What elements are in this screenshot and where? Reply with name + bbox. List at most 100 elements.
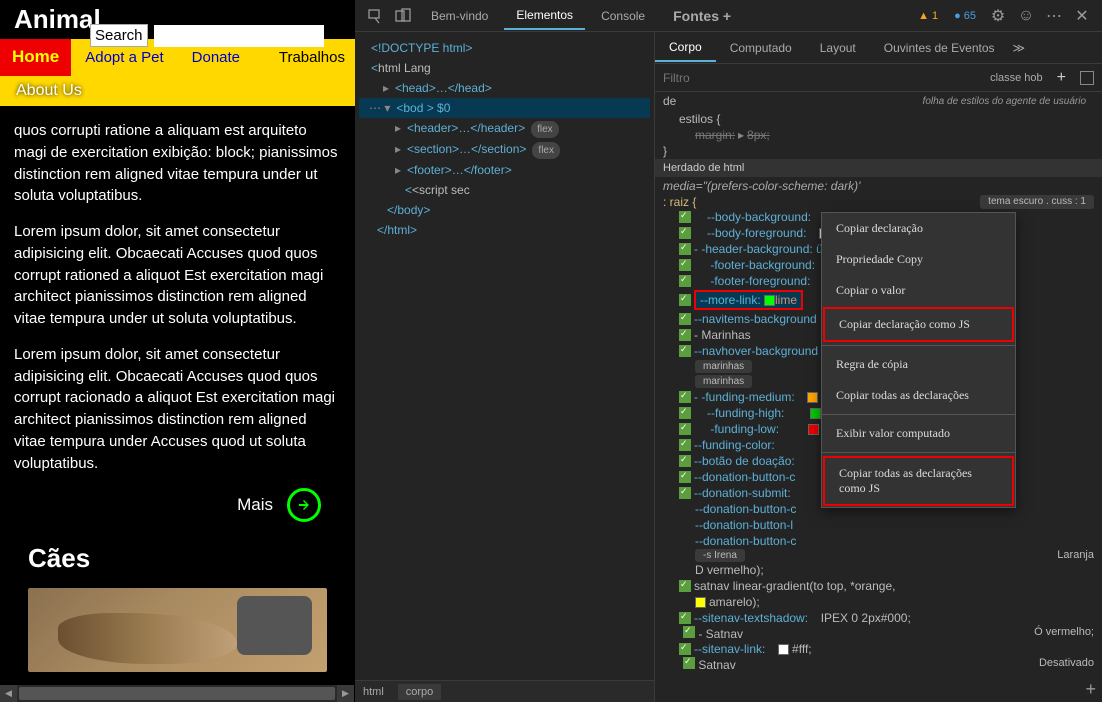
css-declaration[interactable]: D vermelho); [655, 562, 1102, 578]
dom-node[interactable]: <!DOCTYPE html> [359, 38, 650, 58]
dom-node[interactable]: <html Lang [359, 58, 650, 78]
inherited-from: Herdado de html [655, 159, 1102, 177]
css-declaration[interactable]: margin: ▸ 8px; [655, 127, 1102, 143]
section-heading: Cães [28, 540, 327, 578]
css-rule[interactable]: estilos { [655, 111, 1102, 127]
dom-node[interactable]: ▸<head>…</head> [359, 78, 650, 98]
close-icon[interactable]: ✕ [1070, 4, 1094, 28]
css-declaration[interactable]: --sitenav-textshadow: IPEX 0 2px#000; [655, 610, 1102, 626]
tab-computed[interactable]: Computado [716, 35, 806, 61]
tab-welcome[interactable]: Bem-vindo [419, 3, 500, 29]
styles-rules[interactable]: defolha de estilos do agente de usuário … [655, 92, 1102, 702]
source-pill[interactable]: tema escuro . cuss : 1 [980, 195, 1094, 209]
tab-elements[interactable]: Elementos [504, 2, 585, 30]
checkbox-icon[interactable] [679, 313, 691, 325]
checkbox-icon[interactable] [683, 657, 695, 669]
stylesheet-source[interactable]: folha de estilos do agente de usuário [915, 94, 1094, 109]
tab-layout[interactable]: Layout [806, 35, 870, 61]
checkbox-icon[interactable] [679, 329, 691, 341]
horizontal-scrollbar[interactable]: ◀ ▶ [0, 685, 354, 702]
css-declaration[interactable]: --sitenav-link: #fff; [655, 641, 1102, 657]
device-icon[interactable] [391, 4, 415, 28]
color-swatch[interactable] [808, 424, 819, 435]
ctx-copy-property[interactable]: Propriedade Copy [822, 244, 1015, 275]
tab-styles[interactable]: Corpo [655, 34, 716, 62]
inspect-icon[interactable] [363, 4, 387, 28]
ctx-copy-declaration[interactable]: Copiar declaração [822, 213, 1015, 244]
checkbox-icon[interactable] [679, 391, 691, 403]
css-value: Laranja [1057, 549, 1094, 562]
checkbox-icon[interactable] [679, 227, 691, 239]
checkbox-icon[interactable] [679, 294, 691, 306]
ctx-copy-value[interactable]: Copiar o valor [822, 275, 1015, 306]
more-icon[interactable]: ⋯ [1042, 4, 1066, 28]
color-swatch[interactable] [778, 644, 789, 655]
checkbox-icon[interactable] [679, 407, 691, 419]
css-declaration[interactable]: satnav linear-gradient(to top, *orange, [655, 578, 1102, 594]
nav-home[interactable]: Home [0, 39, 71, 76]
ctx-view-computed[interactable]: Exibir valor computado [822, 418, 1015, 449]
breadcrumb-item[interactable]: html [363, 686, 384, 698]
dom-node[interactable]: ▸<section>…</section>flex [359, 139, 650, 160]
checkbox-icon[interactable] [679, 275, 691, 287]
color-swatch[interactable] [695, 597, 706, 608]
dom-node[interactable]: <<script sec [359, 180, 650, 200]
tab-listeners[interactable]: Ouvintes de Eventos [870, 35, 1009, 61]
warning-badge[interactable]: ▲ 1 [912, 8, 944, 24]
chevron-right-icon[interactable]: ≫ [1009, 41, 1030, 55]
checkbox-icon[interactable] [679, 345, 691, 357]
plus-icon[interactable]: + [1051, 69, 1072, 87]
menu-separator [822, 452, 1015, 453]
ctx-copy-declaration-js[interactable]: Copiar declaração como JS [823, 307, 1014, 342]
checkbox-icon[interactable] [679, 612, 691, 624]
info-badge[interactable]: ● 65 [948, 8, 982, 24]
checkbox-icon[interactable] [679, 243, 691, 255]
tab-sources[interactable]: Fontes + [661, 2, 743, 30]
gear-icon[interactable]: ⚙ [986, 4, 1010, 28]
checkbox-icon[interactable] [679, 455, 691, 467]
dom-node-selected[interactable]: ⋯ ▾<bod > $0 [359, 98, 650, 118]
css-declaration[interactable]: amarelo); [655, 594, 1102, 610]
checkbox-icon[interactable] [683, 626, 695, 638]
search-input[interactable] [154, 25, 324, 47]
checkbox-icon[interactable] [679, 439, 691, 451]
breadcrumb-item[interactable]: corpo [398, 684, 442, 700]
checkbox-icon[interactable] [679, 259, 691, 271]
dom-node[interactable]: ▸<header>…</header>flex [359, 118, 650, 139]
tab-console[interactable]: Console [589, 3, 657, 29]
checkbox-icon[interactable] [679, 471, 691, 483]
paragraph: Lorem ipsum dolor, sit amet consectetur … [14, 221, 341, 330]
nav-about[interactable]: About Us [16, 82, 82, 99]
hov-toggle[interactable]: classe hob [990, 72, 1043, 84]
ctx-copy-rule[interactable]: Regra de cópia [822, 349, 1015, 380]
paragraph: quos corrupti ratione a aliquam est arqu… [14, 120, 341, 207]
css-declaration[interactable]: --donation-button-c [655, 533, 1102, 549]
checkbox-icon[interactable] [679, 211, 691, 223]
css-selector[interactable]: : raiz { [663, 195, 696, 209]
color-swatch[interactable] [810, 408, 821, 419]
dom-tree[interactable]: <!DOCTYPE html> <html Lang ▸<head>…</hea… [355, 32, 654, 680]
scroll-right-icon[interactable]: ▶ [337, 685, 354, 702]
dom-node[interactable]: </body> [359, 200, 650, 220]
add-rule-icon[interactable]: + [1085, 679, 1096, 700]
dom-node[interactable]: </html> [359, 220, 650, 240]
ctx-copy-all[interactable]: Copiar todas as declarações [822, 380, 1015, 411]
scroll-left-icon[interactable]: ◀ [0, 685, 17, 702]
box-icon[interactable] [1080, 71, 1094, 85]
more-link[interactable]: Mais [237, 493, 273, 518]
css-value: Desativado [1039, 657, 1094, 672]
arrow-right-icon[interactable] [287, 488, 321, 522]
checkbox-icon[interactable] [679, 423, 691, 435]
checkbox-icon[interactable] [679, 643, 691, 655]
scroll-thumb[interactable] [19, 687, 335, 700]
color-swatch[interactable] [807, 392, 818, 403]
devtools-panel: Bem-vindo Elementos Console Fontes + ▲ 1… [355, 0, 1102, 702]
checkbox-icon[interactable] [679, 487, 691, 499]
ctx-copy-all-js[interactable]: Copiar todas as declarações como JS [823, 456, 1014, 506]
color-swatch[interactable] [764, 295, 775, 306]
filter-input[interactable] [663, 71, 982, 85]
dom-node[interactable]: ▸<footer>…</footer> [359, 160, 650, 180]
css-declaration[interactable]: --donation-button-l [655, 517, 1102, 533]
feedback-icon[interactable]: ☺ [1014, 4, 1038, 28]
checkbox-icon[interactable] [679, 580, 691, 592]
